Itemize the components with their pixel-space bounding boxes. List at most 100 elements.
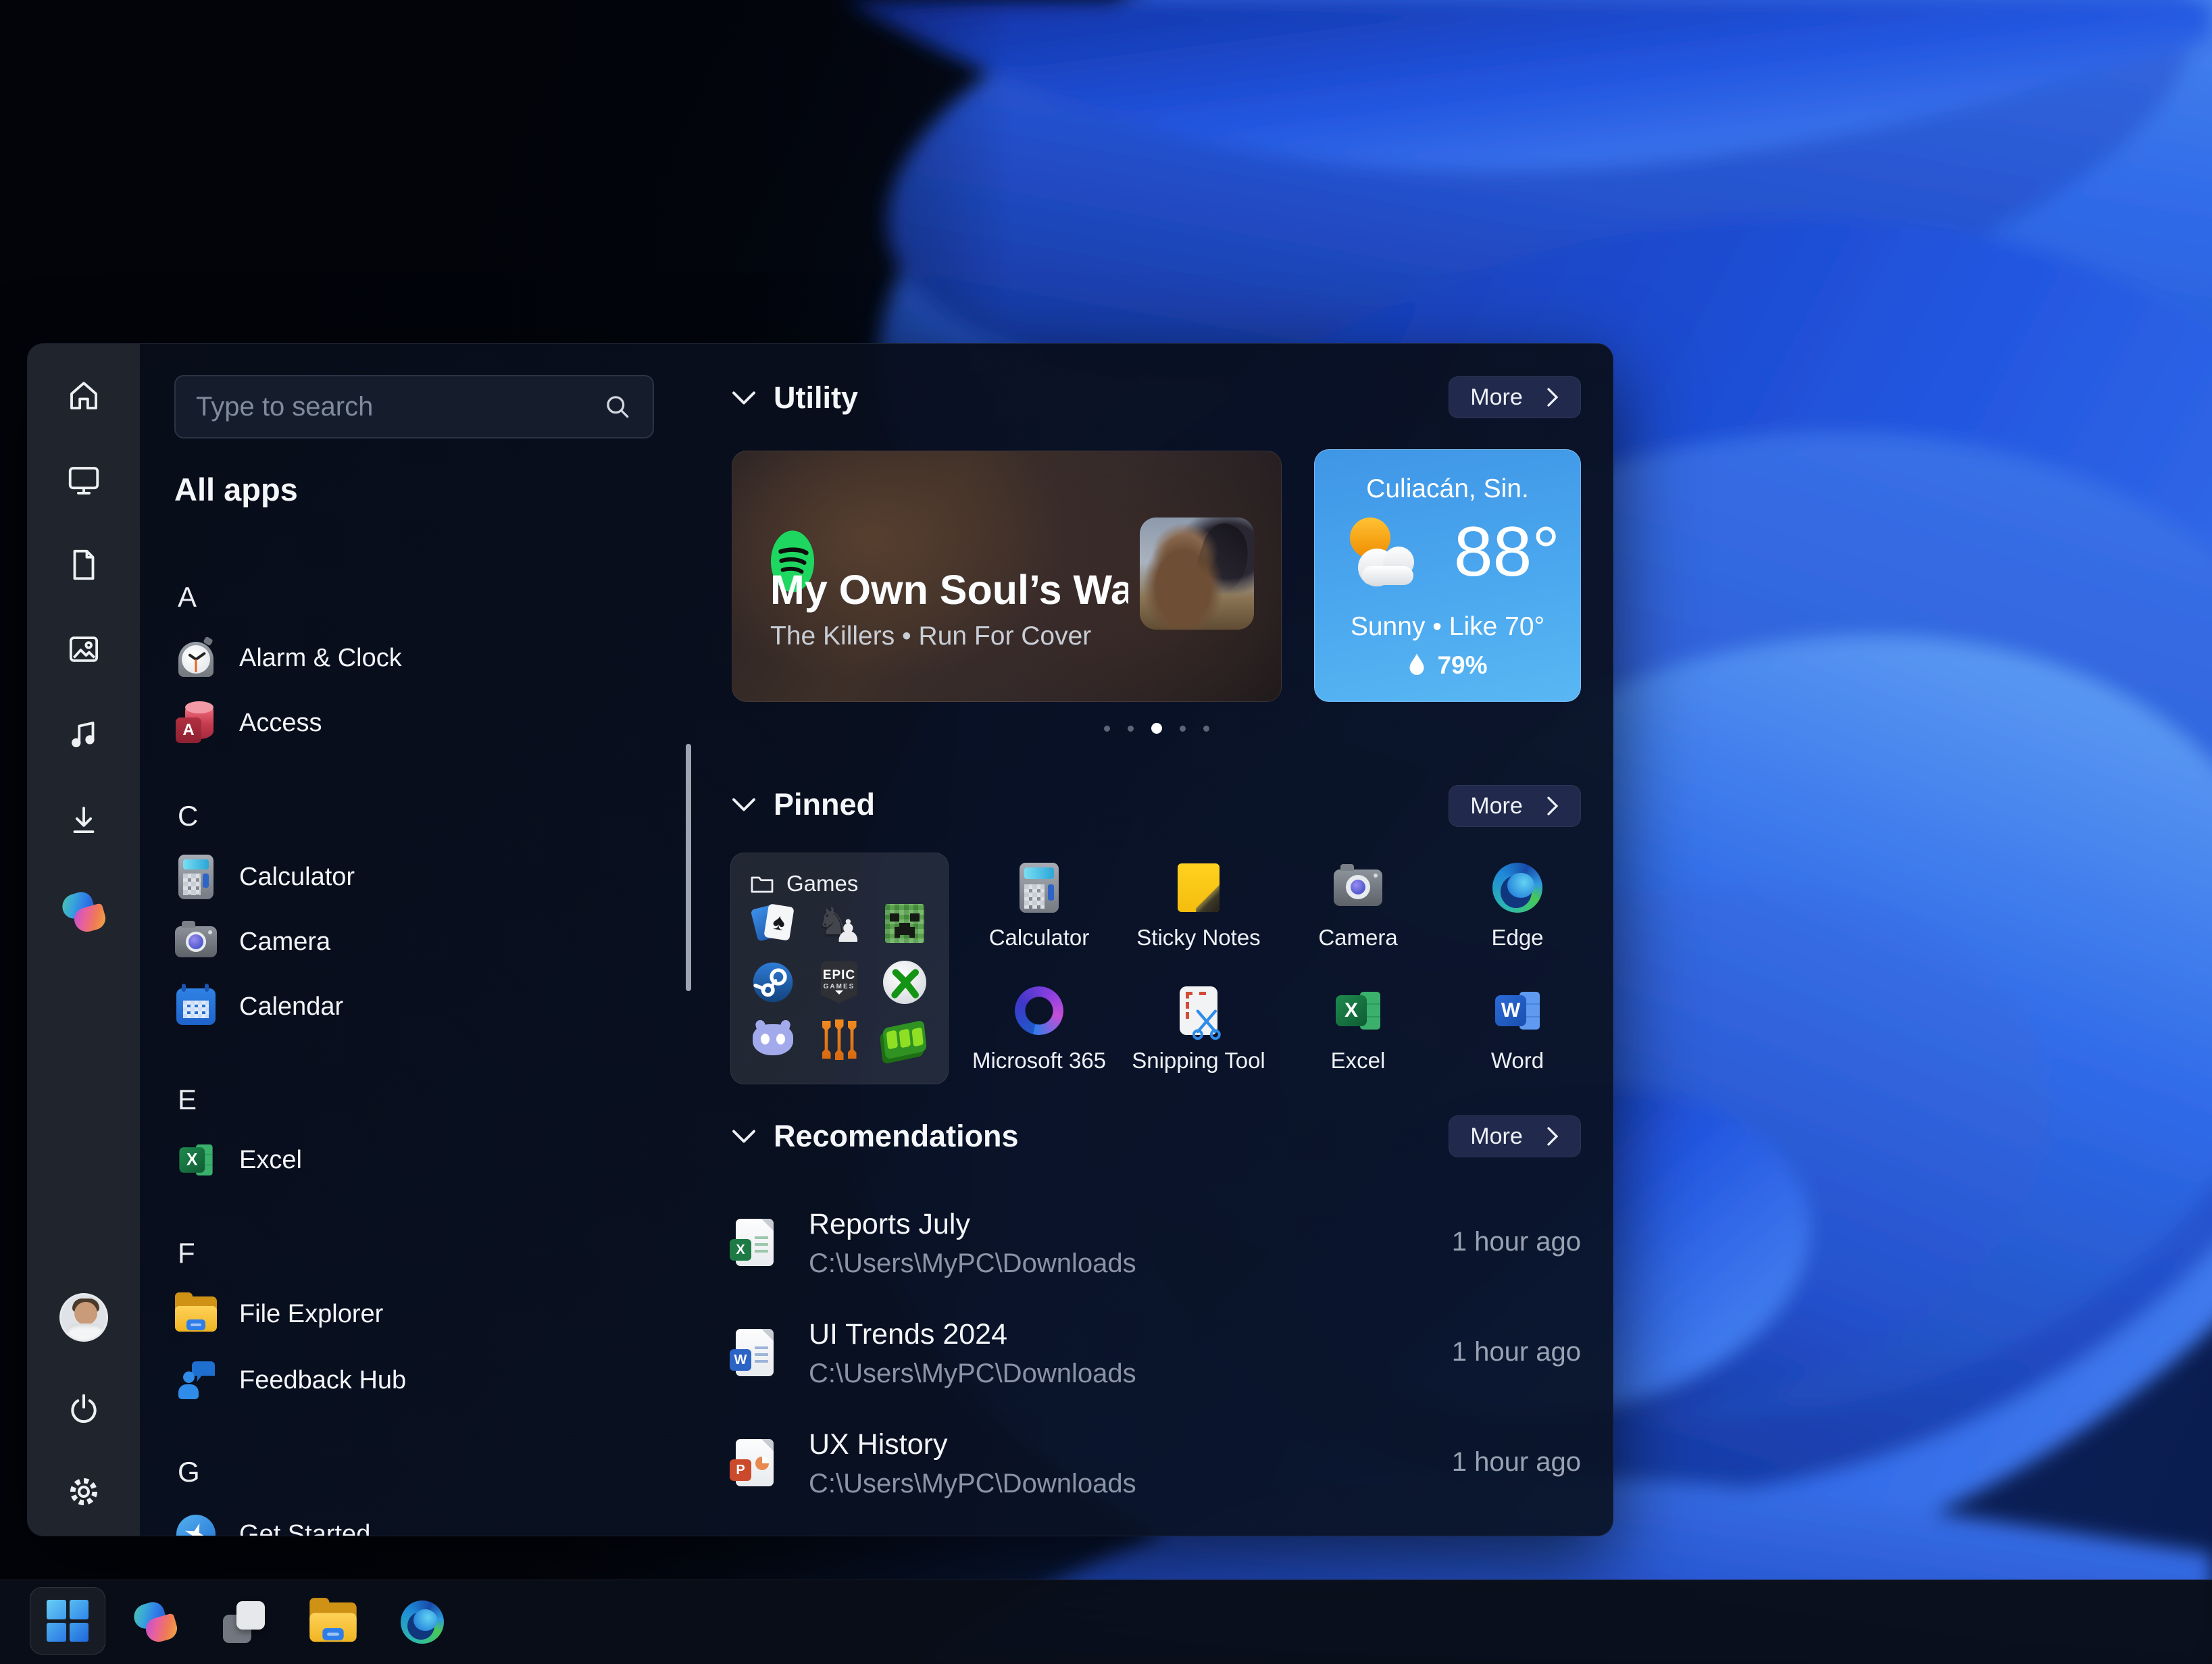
minecraft-creeper-icon[interactable] [883, 902, 926, 945]
app-label: Excel [239, 1146, 302, 1175]
pinned-title: Pinned [774, 787, 875, 822]
recommendation-row[interactable]: X Reports July C:\Users\MyPC\Downloads 1… [732, 1193, 1581, 1294]
search-input[interactable] [196, 392, 603, 422]
app-row-get-started[interactable]: Get Started [174, 1502, 674, 1536]
pinned-excel[interactable]: X Excel [1290, 983, 1426, 1099]
app-row-calendar[interactable]: Calendar [174, 974, 674, 1039]
recommendation-row[interactable]: P UX History C:\Users\MyPC\Downloads 1 h… [732, 1413, 1581, 1515]
utility-title: Utility [774, 380, 858, 415]
app-row-feedback-hub[interactable]: Feedback Hub [174, 1348, 674, 1413]
music-widget[interactable]: My Own Soul’s Warni... The Killers • Run… [732, 451, 1282, 702]
start-menu-panel: All apps A Alarm & Clock A Access C Calc… [27, 343, 1613, 1536]
taskbar-edge-icon[interactable] [395, 1595, 449, 1649]
chevron-down-icon[interactable] [732, 797, 756, 813]
calendar-icon [174, 985, 218, 1028]
recommendation-row[interactable]: W UI Trends 2024 C:\Users\MyPC\Downloads… [732, 1303, 1581, 1405]
excel-file-icon: X [736, 1219, 774, 1266]
droplet-icon [1407, 653, 1426, 678]
document-icon[interactable] [62, 543, 105, 586]
app-row-file-explorer[interactable]: File Explorer [174, 1282, 674, 1346]
pinned-microsoft-365[interactable]: Microsoft 365 [972, 983, 1107, 1099]
more-label: More [1470, 384, 1522, 411]
app-label: File Explorer [239, 1300, 383, 1329]
carousel-dot[interactable] [1104, 726, 1110, 732]
powerpoint-file-icon: P [736, 1439, 774, 1486]
pinned-sticky-notes[interactable]: Sticky Notes [1131, 860, 1266, 976]
carousel-dot[interactable] [1180, 726, 1186, 732]
app-row-camera[interactable]: Camera [174, 909, 674, 974]
pinned-snipping-tool[interactable]: Snipping Tool [1131, 983, 1266, 1099]
weather-widget[interactable]: Culiacán, Sin. 88° Sunny • Like 70° 79% [1314, 449, 1581, 702]
windows-logo-icon [47, 1600, 89, 1642]
steam-icon[interactable] [751, 961, 795, 1004]
weather-condition: Sunny • Like 70° [1315, 612, 1580, 642]
display-icon[interactable] [62, 459, 105, 502]
calculator-icon [174, 855, 218, 899]
song-subtitle: The Killers • Run For Cover [770, 622, 1091, 651]
all-apps-title: All apps [174, 471, 298, 508]
recommendation-title: UX History [809, 1428, 947, 1461]
xbox-icon[interactable] [883, 961, 926, 1004]
search-icon [603, 392, 632, 422]
pinned-calculator[interactable]: Calculator [972, 860, 1107, 976]
utility-more-button[interactable]: More [1449, 376, 1581, 418]
apps-scrollbar[interactable] [686, 744, 691, 991]
carousel-dot[interactable] [1128, 726, 1134, 732]
recommendation-time: 1 hour ago [1452, 1337, 1581, 1367]
epic-games-icon[interactable]: EPIC GAMES [818, 961, 861, 1004]
copilot-icon[interactable] [62, 890, 105, 934]
app-row-calculator[interactable]: Calculator [174, 844, 674, 909]
edge-icon [1490, 860, 1545, 915]
green-tiles-game-icon[interactable] [883, 1018, 926, 1061]
music-icon[interactable] [62, 713, 105, 756]
carousel-dot[interactable] [1203, 726, 1209, 732]
chess-icon[interactable]: ♞♟ [818, 902, 861, 945]
pinned-camera[interactable]: Camera [1290, 860, 1426, 976]
app-row-alarm-clock[interactable]: Alarm & Clock [174, 626, 674, 690]
app-row-access[interactable]: A Access [174, 690, 674, 755]
app-label: Alarm & Clock [239, 644, 402, 673]
settings-icon[interactable] [62, 1470, 105, 1513]
pictures-icon[interactable] [62, 628, 105, 671]
chevron-down-icon[interactable] [732, 1128, 756, 1144]
pinned-edge[interactable]: Edge [1450, 860, 1585, 976]
app-label: Camera [239, 928, 330, 957]
chevron-right-icon [1546, 387, 1559, 407]
solitaire-icon[interactable]: ♠ [751, 902, 795, 945]
carousel-dot-active[interactable] [1151, 723, 1162, 734]
app-label: Calendar [239, 992, 343, 1022]
word-file-icon: W [736, 1329, 774, 1376]
discord-icon[interactable] [751, 1018, 795, 1061]
app-label: Get Started [239, 1520, 370, 1537]
app-label: Feedback Hub [239, 1366, 406, 1395]
app-label: Access [239, 709, 322, 738]
power-icon[interactable] [62, 1387, 105, 1430]
recommendation-title: Reports July [809, 1208, 970, 1241]
recommendation-time: 1 hour ago [1452, 1447, 1581, 1478]
pinned-more-button[interactable]: More [1449, 785, 1581, 827]
taskbar-file-explorer-icon[interactable] [306, 1595, 360, 1649]
call-of-duty-icon[interactable] [818, 1018, 861, 1061]
recommendations-more-button[interactable]: More [1449, 1115, 1581, 1157]
games-folder-tile[interactable]: Games ♠ ♞♟ EPIC GAME [730, 853, 949, 1084]
chevron-down-icon[interactable] [732, 390, 756, 406]
app-row-excel[interactable]: X Excel [174, 1128, 674, 1192]
feedback-hub-icon [174, 1359, 218, 1402]
camera-icon [174, 920, 218, 963]
weather-location: Culiacán, Sin. [1315, 474, 1580, 504]
recommendation-path: C:\Users\MyPC\Downloads [809, 1249, 1136, 1279]
start-button[interactable] [30, 1587, 105, 1655]
pinned-label: Camera [1318, 925, 1397, 951]
humidity-value: 79% [1437, 651, 1487, 680]
task-view-icon[interactable] [217, 1595, 271, 1649]
section-letter-c: C [178, 800, 259, 832]
taskbar [0, 1580, 2212, 1664]
avatar[interactable] [59, 1293, 108, 1342]
downloads-icon[interactable] [62, 799, 105, 842]
sun-cloud-icon [1339, 512, 1426, 592]
home-icon[interactable] [62, 374, 105, 418]
chevron-right-icon [1546, 796, 1559, 816]
pinned-word[interactable]: W Word [1450, 983, 1585, 1099]
taskbar-copilot-icon[interactable] [128, 1595, 182, 1649]
search-bar[interactable] [174, 375, 654, 438]
